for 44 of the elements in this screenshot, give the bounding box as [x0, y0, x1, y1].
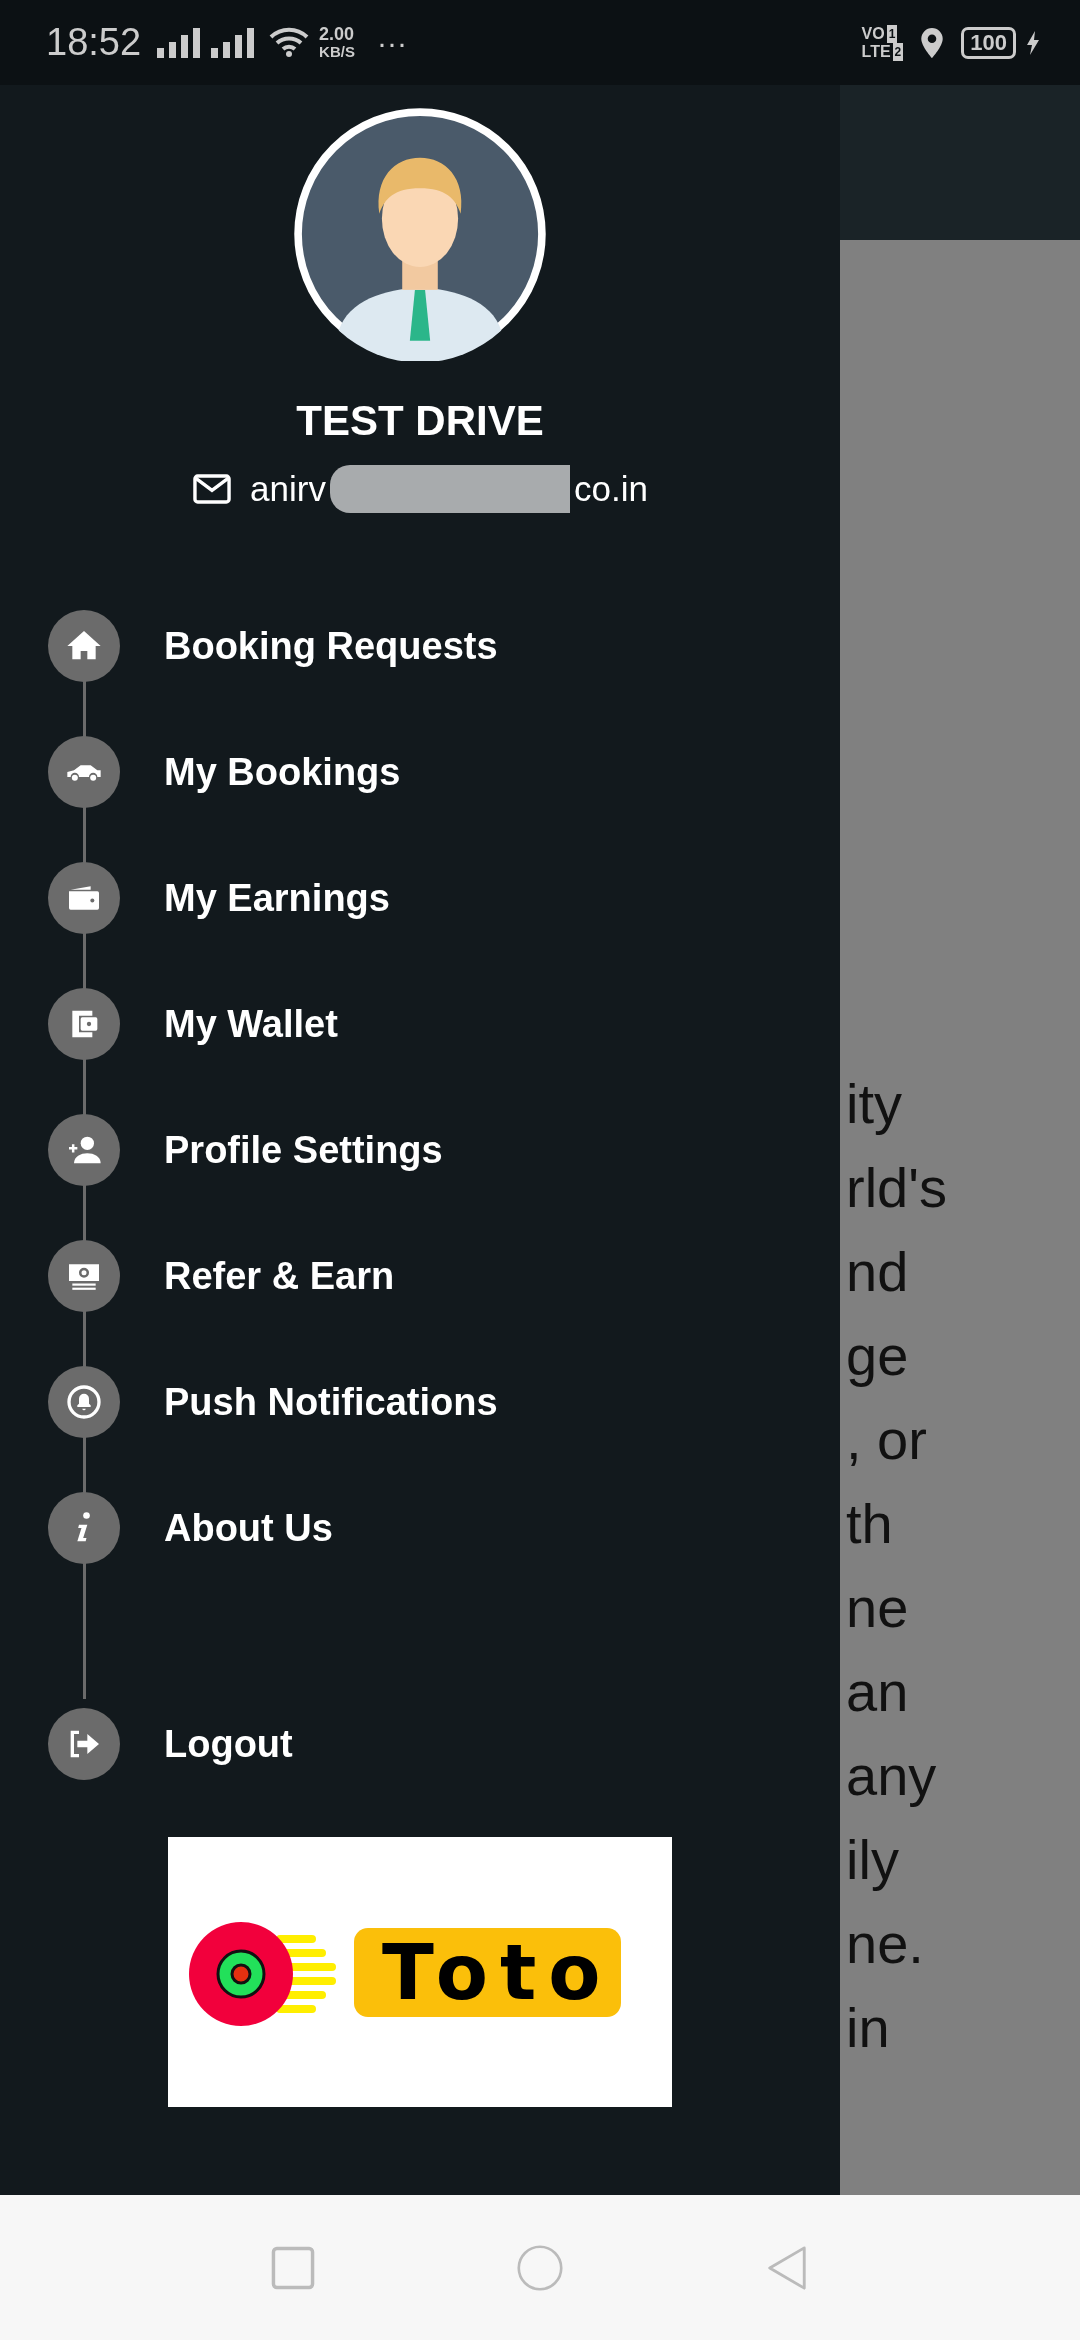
menu-item[interactable]: Profile Settings [48, 1087, 840, 1213]
sim-number: 1 [886, 24, 898, 43]
page-text: nd [846, 1239, 910, 1305]
mail-icon [192, 474, 233, 504]
speed-unit: KB/S [319, 42, 355, 61]
email-text: co.in [573, 469, 648, 509]
battery-level: 100 [961, 26, 1016, 59]
menu-item[interactable]: Refer & Earn [48, 1213, 840, 1339]
email-text: anirv [250, 469, 326, 509]
charging-icon [1026, 30, 1040, 55]
volte-label: VO [861, 24, 885, 43]
signal-icon [157, 27, 202, 58]
bell-icon [64, 1382, 104, 1422]
avatar-icon [293, 107, 547, 361]
menu-item[interactable]: My Bookings [48, 709, 840, 835]
clock: 18:52 [46, 21, 142, 64]
page-text: in [846, 1995, 891, 2061]
page-text: ity [846, 1071, 903, 1137]
home-button-icon[interactable] [517, 2244, 563, 2291]
user-name: TEST DRIVE [296, 397, 544, 445]
speed-value: 2.00 [319, 24, 355, 43]
page-text: ne [846, 1575, 910, 1641]
lte-label: LTE [861, 42, 891, 61]
menu-item[interactable]: My Wallet [48, 961, 840, 1087]
menu-item[interactable]: Push Notifications [48, 1339, 840, 1465]
page-text: rld's [846, 1155, 948, 1221]
page-text: ge [846, 1323, 910, 1389]
page-text: , or [846, 1407, 928, 1473]
recents-icon[interactable] [270, 2244, 317, 2291]
menu-item[interactable]: My Earnings [48, 835, 840, 961]
page-text: any [846, 1743, 938, 1809]
page-text: th [846, 1491, 894, 1557]
menu-item[interactable]: Booking Requests [48, 583, 840, 709]
logo-text: Toto [354, 1927, 621, 2017]
location-icon [921, 27, 944, 58]
wifi-icon [269, 26, 310, 59]
signal-icon [211, 27, 256, 58]
page-text: ily [846, 1827, 900, 1893]
logout-item[interactable]: Logout [48, 1681, 840, 1807]
sim-number: 2 [892, 42, 904, 61]
page-text: an [846, 1659, 910, 1725]
page-text: ne. [846, 1911, 925, 1977]
menu-item[interactable]: About Us [48, 1465, 840, 1591]
more-notifications: ··· [376, 25, 407, 60]
